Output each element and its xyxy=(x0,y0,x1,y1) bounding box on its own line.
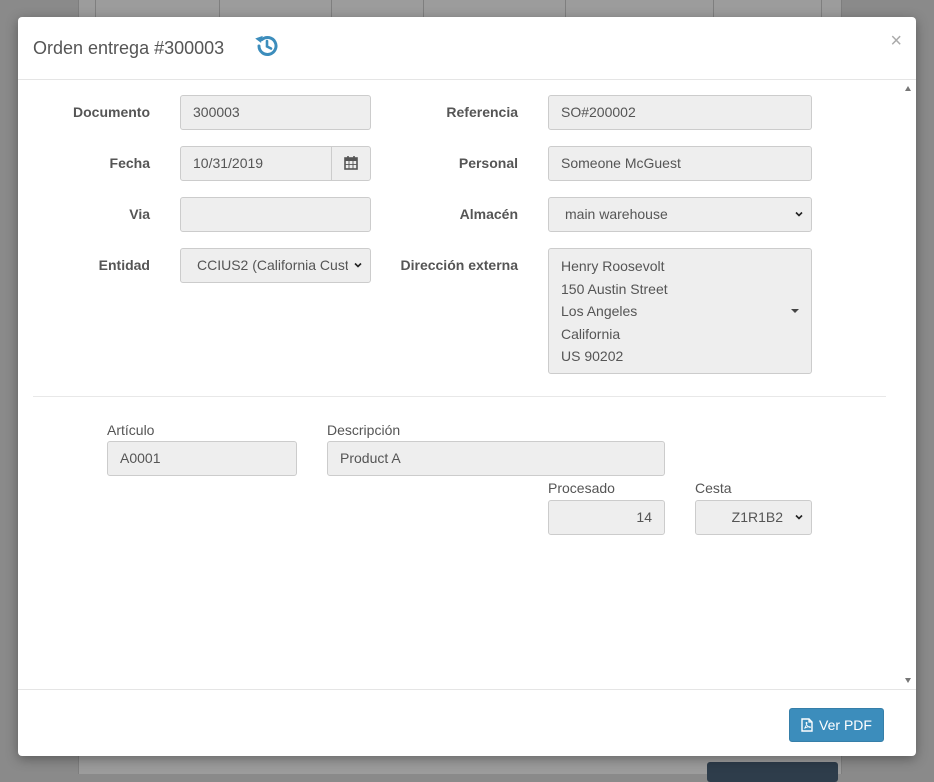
bg-table-divider xyxy=(565,0,566,17)
documento-field[interactable]: 300003 xyxy=(180,95,371,130)
procesado-label: Procesado xyxy=(548,480,615,496)
file-pdf-icon xyxy=(801,718,813,732)
address-line: US 90202 xyxy=(561,348,624,364)
cesta-selected-value: Z1R1B2 xyxy=(731,509,783,525)
documento-label: Documento xyxy=(73,104,150,120)
bg-table-divider xyxy=(219,0,220,17)
bg-table-divider xyxy=(713,0,714,17)
bg-table-divider xyxy=(423,0,424,17)
descripcion-label: Descripción xyxy=(327,422,401,438)
direccion-label: Dirección externa xyxy=(400,257,519,273)
bg-table-divider xyxy=(331,0,332,17)
entidad-select[interactable]: CCIUS2 (California Cust xyxy=(180,248,371,283)
chevron-down-icon xyxy=(354,261,362,269)
direccion-externa-select[interactable]: Henry Roosevolt 150 Austin Street Los An… xyxy=(548,248,812,374)
bg-table-divider xyxy=(821,0,822,17)
address-line: 150 Austin Street xyxy=(561,280,668,297)
chevron-down-icon xyxy=(795,514,803,520)
almacen-selected-value: main warehouse xyxy=(565,206,668,222)
scrollbar[interactable] xyxy=(903,80,914,689)
referencia-label: Referencia xyxy=(446,104,518,120)
entidad-label: Entidad xyxy=(98,257,150,273)
referencia-field[interactable]: SO#200002 xyxy=(548,95,812,130)
articulo-label: Artículo xyxy=(107,422,155,438)
procesado-field[interactable]: 14 xyxy=(548,500,665,535)
cesta-label: Cesta xyxy=(695,480,732,496)
section-divider xyxy=(33,396,886,397)
history-icon[interactable] xyxy=(254,33,280,59)
address-line: Henry Roosevolt xyxy=(561,258,665,274)
address-line: California xyxy=(561,325,621,342)
chevron-down-icon xyxy=(795,211,803,217)
bg-table-divider xyxy=(95,0,96,17)
almacen-select[interactable]: main warehouse xyxy=(548,197,812,232)
cesta-select[interactable]: Z1R1B2 xyxy=(695,500,812,535)
calendar-button[interactable] xyxy=(331,146,371,181)
entidad-selected-value: CCIUS2 (California Cust xyxy=(197,257,349,273)
via-field[interactable] xyxy=(180,197,371,232)
modal-header: Orden entrega #300003 × xyxy=(18,17,916,80)
caret-down-icon xyxy=(791,309,799,313)
close-button[interactable]: × xyxy=(890,31,902,51)
delivery-order-modal: Orden entrega #300003 × Documento 300003… xyxy=(18,17,916,756)
scroll-down-icon[interactable] xyxy=(905,678,911,683)
view-pdf-label: Ver PDF xyxy=(819,717,872,733)
scroll-up-icon[interactable] xyxy=(905,86,911,91)
personal-label: Personal xyxy=(458,155,518,171)
via-label: Via xyxy=(129,206,150,222)
personal-field[interactable]: Someone McGuest xyxy=(548,146,812,181)
modal-footer: Ver PDF xyxy=(18,689,916,756)
modal-title: Orden entrega #300003 xyxy=(33,38,225,58)
view-pdf-button[interactable]: Ver PDF xyxy=(789,708,884,742)
address-line: Los Angeles xyxy=(561,303,638,319)
articulo-field[interactable]: A0001 xyxy=(107,441,297,476)
calendar-icon xyxy=(344,156,358,170)
fecha-label: Fecha xyxy=(109,155,150,171)
bg-button xyxy=(707,762,838,782)
fecha-field[interactable]: 10/31/2019 xyxy=(180,146,332,181)
modal-body: Documento 300003 Referencia SO#200002 Fe… xyxy=(18,80,901,689)
descripcion-field[interactable]: Product A xyxy=(327,441,665,476)
almacen-label: Almacén xyxy=(459,206,518,222)
